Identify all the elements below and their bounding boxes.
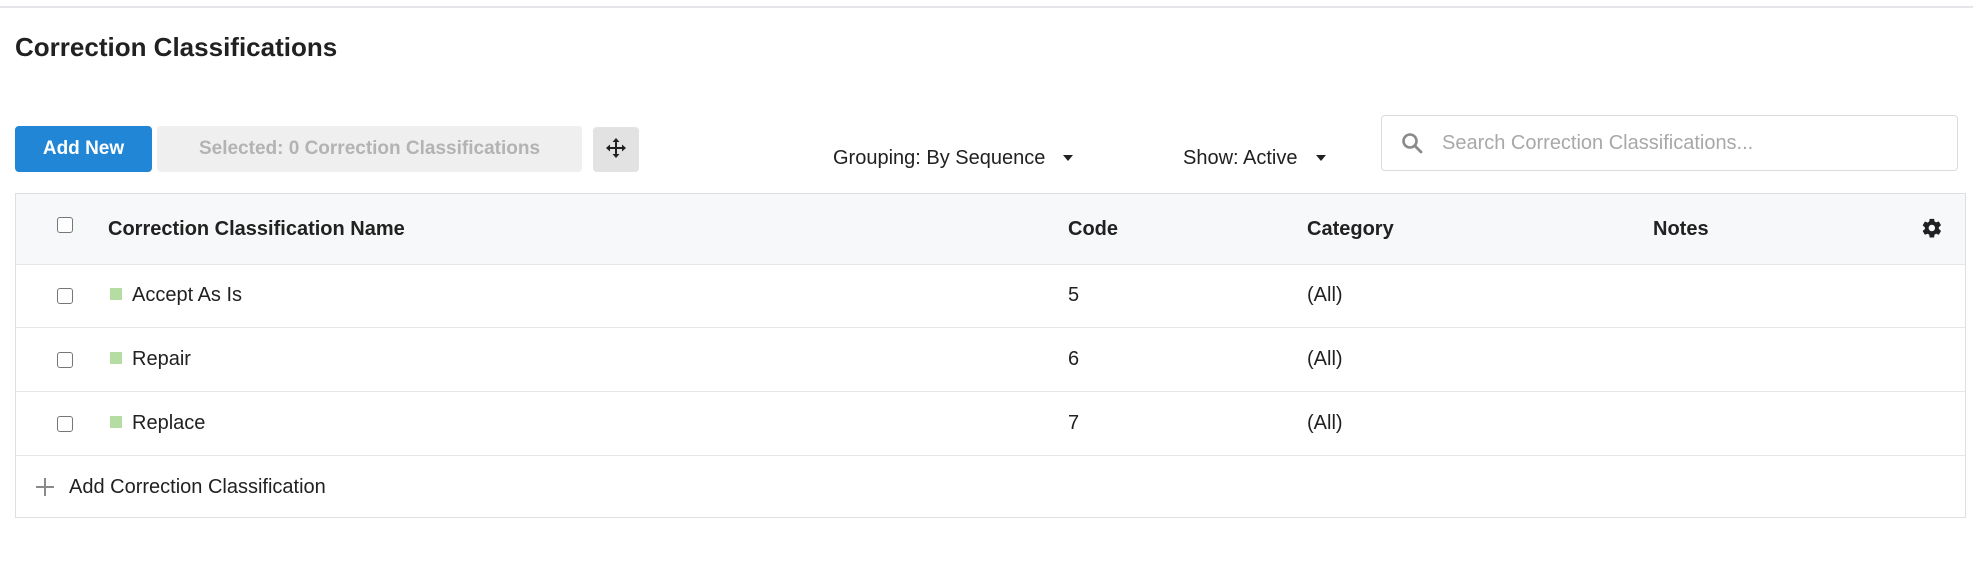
row-code: 5 [1068,284,1080,306]
add-row-label: Add Correction Classification [69,475,326,498]
move-arrows-icon [606,138,626,161]
search-input[interactable] [1440,130,1957,156]
row-category: (All) [1307,284,1343,306]
add-new-button[interactable]: Add New [15,126,152,172]
page-title: Correction Classifications [15,32,338,62]
select-all-checkbox[interactable] [57,217,73,233]
row-name-cell: Accept As Is [110,264,242,327]
row-category: (All) [1307,348,1343,370]
chevron-down-icon [1063,155,1074,161]
page: Correction Classifications Add New Selec… [0,0,1973,569]
column-header-name[interactable]: Correction Classification Name [108,194,405,264]
selected-count-button: Selected: 0 Correction Classifications [157,126,582,172]
plus-icon [36,478,54,496]
row-name: Accept As Is [132,284,243,306]
chevron-down-icon [1315,155,1326,161]
row-code: 7 [1068,412,1080,434]
grid-header: Correction Classification Name Code Cate… [16,194,1965,265]
move-button[interactable] [593,127,639,172]
show-label: Show: Active [1183,146,1298,169]
search-box [1381,115,1958,171]
row-name: Repair [132,348,191,370]
row-checkbox[interactable] [57,288,73,304]
add-correction-classification-row[interactable]: Add Correction Classification [16,456,1965,518]
row-checkbox[interactable] [57,416,73,432]
gear-icon[interactable] [1921,217,1943,239]
grouping-label: Grouping: By Sequence [833,146,1046,169]
table-row[interactable]: Repair 6 (All) [16,328,1965,392]
row-category: (All) [1307,412,1343,434]
show-dropdown[interactable]: Show: Active [1183,143,1326,173]
column-header-notes[interactable]: Notes [1653,194,1709,264]
row-name-cell: Repair [110,328,191,391]
grouping-dropdown[interactable]: Grouping: By Sequence [833,143,1074,173]
row-name-cell: Replace [110,392,205,455]
table-row[interactable]: Accept As Is 5 (All) [16,264,1965,328]
data-grid: Correction Classification Name Code Cate… [15,193,1966,518]
row-code: 6 [1068,348,1080,370]
table-row[interactable]: Replace 7 (All) [16,392,1965,456]
color-swatch [110,351,122,364]
column-header-code[interactable]: Code [1068,194,1118,264]
color-swatch [110,415,122,428]
color-swatch [110,287,122,300]
row-name: Replace [132,412,206,434]
top-divider [0,6,1973,8]
search-icon [1400,131,1424,155]
row-checkbox[interactable] [57,352,73,368]
column-header-category[interactable]: Category [1307,194,1394,264]
